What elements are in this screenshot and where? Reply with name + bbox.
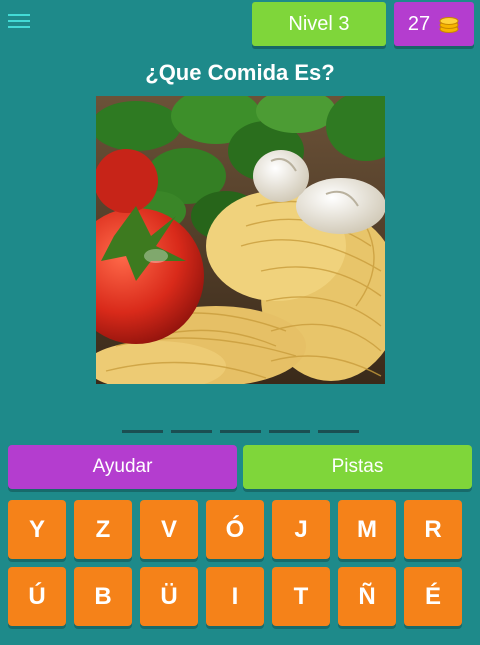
letter-key[interactable]: V <box>140 500 198 559</box>
level-label: Nivel 3 <box>288 12 350 35</box>
answer-slot <box>269 430 310 433</box>
answer-slot <box>122 430 163 433</box>
letter-key[interactable]: B <box>74 567 132 626</box>
level-badge: Nivel 3 <box>252 2 386 46</box>
coins-count: 27 <box>407 12 431 35</box>
letter-key[interactable]: M <box>338 500 396 559</box>
help-button[interactable]: Ayudar <box>8 445 237 489</box>
letter-key[interactable]: Ú <box>8 567 66 626</box>
letter-key[interactable]: Y <box>8 500 66 559</box>
answer-slot <box>171 430 212 433</box>
letter-key[interactable]: T <box>272 567 330 626</box>
food-image <box>96 96 385 384</box>
answer-slot <box>220 430 261 433</box>
answer-slots <box>122 430 359 433</box>
letter-key[interactable]: É <box>404 567 462 626</box>
letter-key[interactable]: Ó <box>206 500 264 559</box>
menu-icon[interactable] <box>6 10 32 36</box>
question-title: ¿Que Comida Es? <box>145 60 335 85</box>
letter-key[interactable]: Ñ <box>338 567 396 626</box>
letter-key[interactable]: J <box>272 500 330 559</box>
letter-key[interactable]: R <box>404 500 462 559</box>
keyboard-row: Ú B Ü I T Ñ É <box>8 567 472 626</box>
letter-key[interactable]: Z <box>74 500 132 559</box>
letter-key[interactable]: I <box>206 567 264 626</box>
keyboard-row: Y Z V Ó J M R <box>8 500 472 559</box>
coins-badge[interactable]: 27 <box>394 2 474 46</box>
letter-key[interactable]: Ü <box>140 567 198 626</box>
top-bar: Nivel 3 27 <box>0 0 480 52</box>
hints-button[interactable]: Pistas <box>243 445 472 489</box>
letter-keyboard: Y Z V Ó J M R Ú B Ü I T Ñ É <box>8 500 472 634</box>
answer-slot <box>318 430 359 433</box>
coin-stack-icon <box>439 17 459 33</box>
